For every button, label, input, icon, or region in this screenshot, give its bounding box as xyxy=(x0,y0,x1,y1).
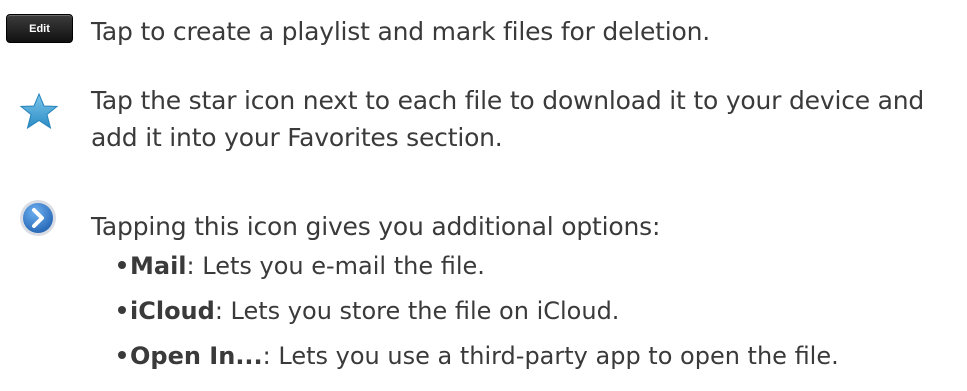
list-item: iCloud: Lets you store the file on iClou… xyxy=(118,294,619,328)
list-item: Open In...: Lets you use a third-party a… xyxy=(118,339,839,373)
bullet-dot xyxy=(118,261,126,269)
options-intro: Tapping this icon gives you additional o… xyxy=(91,212,661,241)
option-term: Open In... xyxy=(130,342,263,370)
option-desc: : Lets you store the file on iCloud. xyxy=(214,297,620,325)
option-desc: : Lets you use a third-party app to open… xyxy=(262,342,839,370)
star-description-line-2: add it into your Favorites section. xyxy=(91,123,503,152)
edit-button[interactable]: Edit xyxy=(6,14,73,43)
option-desc: : Lets you e-mail the file. xyxy=(186,252,485,280)
star-description-line-1: Tap the star icon next to each file to d… xyxy=(91,86,925,115)
star-icon[interactable] xyxy=(19,92,59,130)
bullet-dot xyxy=(118,351,126,359)
list-item: Mail: Lets you e-mail the file. xyxy=(118,249,485,283)
edit-description: Tap to create a playlist and mark files … xyxy=(91,17,711,46)
bullet-dot xyxy=(118,306,126,314)
option-term: Mail xyxy=(130,252,187,280)
chevron-right-circle-icon[interactable] xyxy=(18,198,58,238)
option-term: iCloud xyxy=(130,297,215,325)
